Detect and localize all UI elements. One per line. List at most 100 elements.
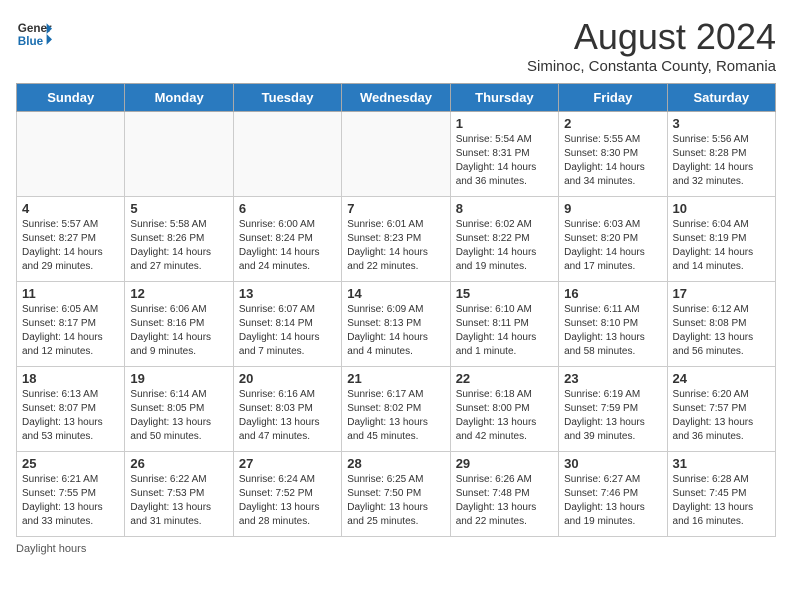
- calendar-cell: 14 Sunrise: 6:09 AM Sunset: 8:13 PM Dayli…: [342, 282, 450, 367]
- day-info: Sunrise: 6:25 AM Sunset: 7:50 PM Dayligh…: [347, 473, 444, 529]
- weekday-header-sunday: Sunday: [17, 84, 125, 112]
- calendar-cell: 5 Sunrise: 5:58 AM Sunset: 8:26 PM Daylig…: [125, 197, 233, 282]
- calendar-cell: 25 Sunrise: 6:21 AM Sunset: 7:55 PM Dayli…: [17, 452, 125, 537]
- day-number: 1: [456, 116, 553, 131]
- calendar-cell: 19Sunrise: 6:14 AM Sunset: 8:05 PM Dayli…: [125, 367, 233, 452]
- calendar-cell: 30 Sunrise: 6:27 AM Sunset: 7:46 PM Dayli…: [559, 452, 667, 537]
- calendar-cell: 6Sunrise: 6:00 AM Sunset: 8:24 PM Daylig…: [233, 197, 341, 282]
- day-info: Sunrise: 6:24 AM Sunset: 7:52 PM Dayligh…: [239, 473, 336, 529]
- day-info: Sunrise: 6:20 AM Sunset: 7:57 PM Dayligh…: [673, 388, 770, 444]
- day-number: 11: [22, 286, 119, 301]
- day-info: Sunrise: 6:11 AM Sunset: 8:10 PM Dayligh…: [564, 303, 661, 359]
- day-info: Sunrise: 6:18 AM Sunset: 8:00 PM Dayligh…: [456, 388, 553, 444]
- calendar-cell: 4 Sunrise: 5:57 AM Sunset: 8:27 PM Daylig…: [17, 197, 125, 282]
- weekday-header-row: SundayMondayTuesdayWednesdayThursdayFrid…: [17, 84, 776, 112]
- month-title: August 2024: [527, 16, 776, 58]
- day-number: 5: [130, 201, 227, 216]
- day-number: 18: [22, 371, 119, 386]
- calendar-cell: 18 Sunrise: 6:13 AM Sunset: 8:07 PM Dayli…: [17, 367, 125, 452]
- calendar-cell: 31Sunrise: 6:28 AM Sunset: 7:45 PM Dayli…: [667, 452, 775, 537]
- calendar-week-row: 18 Sunrise: 6:13 AM Sunset: 8:07 PM Dayli…: [17, 367, 776, 452]
- day-info: Sunrise: 6:14 AM Sunset: 8:05 PM Dayligh…: [130, 388, 227, 444]
- logo: General Blue: [16, 16, 52, 52]
- day-number: 29: [456, 456, 553, 471]
- calendar-cell: 28 Sunrise: 6:25 AM Sunset: 7:50 PM Dayli…: [342, 452, 450, 537]
- calendar-table: SundayMondayTuesdayWednesdayThursdayFrid…: [16, 83, 776, 537]
- day-info: Sunrise: 6:06 AM Sunset: 8:16 PM Dayligh…: [130, 303, 227, 359]
- weekday-header-saturday: Saturday: [667, 84, 775, 112]
- calendar-cell: 27Sunrise: 6:24 AM Sunset: 7:52 PM Dayli…: [233, 452, 341, 537]
- day-number: 28: [347, 456, 444, 471]
- calendar-cell: 13 Sunrise: 6:07 AM Sunset: 8:14 PM Dayli…: [233, 282, 341, 367]
- calendar-cell: [125, 112, 233, 197]
- day-number: 20: [239, 371, 336, 386]
- calendar-cell: 7 Sunrise: 6:01 AM Sunset: 8:23 PM Daylig…: [342, 197, 450, 282]
- day-number: 9: [564, 201, 661, 216]
- day-number: 7: [347, 201, 444, 216]
- footer-note: Daylight hours: [16, 543, 776, 555]
- day-number: 8: [456, 201, 553, 216]
- calendar-cell: 23Sunrise: 6:19 AM Sunset: 7:59 PM Dayli…: [559, 367, 667, 452]
- day-info: Sunrise: 5:57 AM Sunset: 8:27 PM Dayligh…: [22, 218, 119, 274]
- day-number: 26: [130, 456, 227, 471]
- calendar-cell: 1 Sunrise: 5:54 AM Sunset: 8:31 PM Daylig…: [450, 112, 558, 197]
- calendar-cell: 12Sunrise: 6:06 AM Sunset: 8:16 PM Dayli…: [125, 282, 233, 367]
- header: General Blue August 2024 Siminoc, Consta…: [16, 16, 776, 75]
- calendar-cell: 16 Sunrise: 6:11 AM Sunset: 8:10 PM Dayli…: [559, 282, 667, 367]
- day-info: Sunrise: 5:55 AM Sunset: 8:30 PM Dayligh…: [564, 133, 661, 189]
- day-info: Sunrise: 6:26 AM Sunset: 7:48 PM Dayligh…: [456, 473, 553, 529]
- calendar-cell: 20Sunrise: 6:16 AM Sunset: 8:03 PM Dayli…: [233, 367, 341, 452]
- weekday-header-tuesday: Tuesday: [233, 84, 341, 112]
- calendar-cell: 15 Sunrise: 6:10 AM Sunset: 8:11 PM Dayli…: [450, 282, 558, 367]
- calendar-cell: 29 Sunrise: 6:26 AM Sunset: 7:48 PM Dayli…: [450, 452, 558, 537]
- weekday-header-friday: Friday: [559, 84, 667, 112]
- day-info: Sunrise: 6:01 AM Sunset: 8:23 PM Dayligh…: [347, 218, 444, 274]
- day-number: 4: [22, 201, 119, 216]
- calendar-week-row: 25 Sunrise: 6:21 AM Sunset: 7:55 PM Dayli…: [17, 452, 776, 537]
- day-info: Sunrise: 6:02 AM Sunset: 8:22 PM Dayligh…: [456, 218, 553, 274]
- calendar-cell: 22Sunrise: 6:18 AM Sunset: 8:00 PM Dayli…: [450, 367, 558, 452]
- day-number: 16: [564, 286, 661, 301]
- day-info: Sunrise: 6:10 AM Sunset: 8:11 PM Dayligh…: [456, 303, 553, 359]
- svg-text:Blue: Blue: [18, 35, 44, 48]
- day-info: Sunrise: 5:58 AM Sunset: 8:26 PM Dayligh…: [130, 218, 227, 274]
- day-info: Sunrise: 6:00 AM Sunset: 8:24 PM Dayligh…: [239, 218, 336, 274]
- day-info: Sunrise: 6:07 AM Sunset: 8:14 PM Dayligh…: [239, 303, 336, 359]
- weekday-header-wednesday: Wednesday: [342, 84, 450, 112]
- calendar-cell: 2Sunrise: 5:55 AM Sunset: 8:30 PM Daylig…: [559, 112, 667, 197]
- location-title: Siminoc, Constanta County, Romania: [527, 58, 776, 75]
- day-info: Sunrise: 6:28 AM Sunset: 7:45 PM Dayligh…: [673, 473, 770, 529]
- day-number: 30: [564, 456, 661, 471]
- day-info: Sunrise: 6:17 AM Sunset: 8:02 PM Dayligh…: [347, 388, 444, 444]
- day-info: Sunrise: 5:56 AM Sunset: 8:28 PM Dayligh…: [673, 133, 770, 189]
- day-number: 25: [22, 456, 119, 471]
- calendar-cell: 26 Sunrise: 6:22 AM Sunset: 7:53 PM Dayli…: [125, 452, 233, 537]
- day-info: Sunrise: 6:22 AM Sunset: 7:53 PM Dayligh…: [130, 473, 227, 529]
- calendar-cell: 3 Sunrise: 5:56 AM Sunset: 8:28 PM Daylig…: [667, 112, 775, 197]
- day-info: Sunrise: 6:27 AM Sunset: 7:46 PM Dayligh…: [564, 473, 661, 529]
- day-number: 3: [673, 116, 770, 131]
- weekday-header-monday: Monday: [125, 84, 233, 112]
- day-info: Sunrise: 6:12 AM Sunset: 8:08 PM Dayligh…: [673, 303, 770, 359]
- calendar-cell: [17, 112, 125, 197]
- day-info: Sunrise: 6:05 AM Sunset: 8:17 PM Dayligh…: [22, 303, 119, 359]
- calendar-cell: 24Sunrise: 6:20 AM Sunset: 7:57 PM Dayli…: [667, 367, 775, 452]
- day-number: 10: [673, 201, 770, 216]
- day-number: 14: [347, 286, 444, 301]
- day-info: Sunrise: 6:21 AM Sunset: 7:55 PM Dayligh…: [22, 473, 119, 529]
- day-number: 21: [347, 371, 444, 386]
- day-info: Sunrise: 6:19 AM Sunset: 7:59 PM Dayligh…: [564, 388, 661, 444]
- daylight-label: Daylight hours: [16, 543, 86, 555]
- day-info: Sunrise: 5:54 AM Sunset: 8:31 PM Dayligh…: [456, 133, 553, 189]
- calendar-cell: 10Sunrise: 6:04 AM Sunset: 8:19 PM Dayli…: [667, 197, 775, 282]
- calendar-week-row: 1 Sunrise: 5:54 AM Sunset: 8:31 PM Daylig…: [17, 112, 776, 197]
- day-info: Sunrise: 6:09 AM Sunset: 8:13 PM Dayligh…: [347, 303, 444, 359]
- day-info: Sunrise: 6:03 AM Sunset: 8:20 PM Dayligh…: [564, 218, 661, 274]
- calendar-cell: 17Sunrise: 6:12 AM Sunset: 8:08 PM Dayli…: [667, 282, 775, 367]
- day-number: 13: [239, 286, 336, 301]
- generalblue-logo-icon: General Blue: [16, 16, 52, 52]
- calendar-week-row: 11 Sunrise: 6:05 AM Sunset: 8:17 PM Dayli…: [17, 282, 776, 367]
- calendar-cell: [342, 112, 450, 197]
- day-number: 15: [456, 286, 553, 301]
- day-info: Sunrise: 6:13 AM Sunset: 8:07 PM Dayligh…: [22, 388, 119, 444]
